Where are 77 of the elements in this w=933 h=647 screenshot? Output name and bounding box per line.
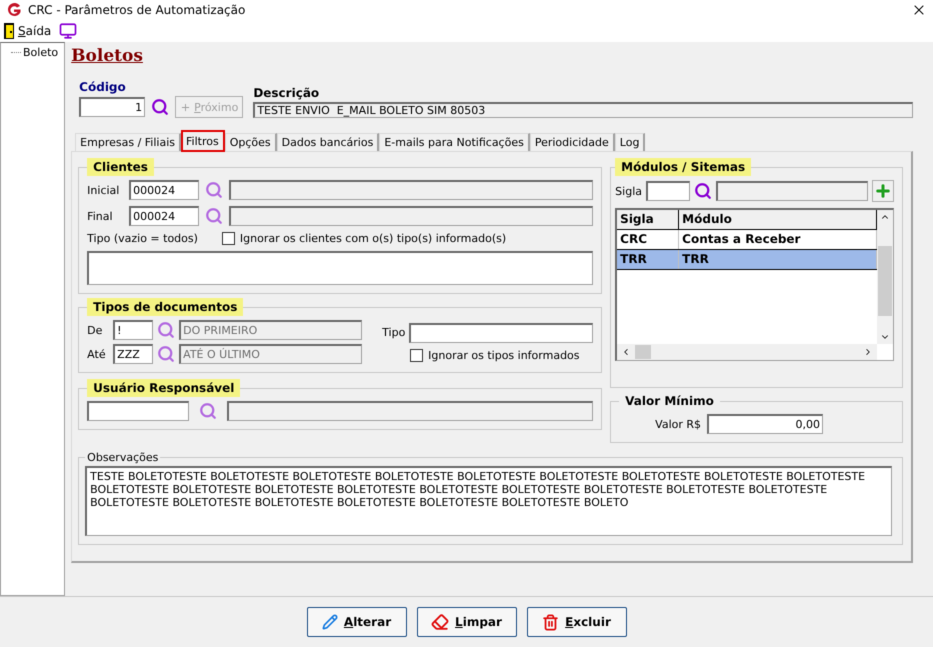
tab[interactable]: Log — [614, 133, 646, 151]
table-row[interactable]: CRC Contas a Receber — [617, 230, 877, 250]
code-field[interactable]: 1 — [79, 97, 146, 117]
description-field[interactable]: TESTE ENVIO E_MAIL BOLETO SIM 80503 — [253, 102, 913, 118]
checkbox[interactable] — [410, 348, 424, 362]
search-icon[interactable] — [157, 321, 176, 339]
user-name-field[interactable] — [227, 401, 594, 421]
field-label: Tipo — [382, 326, 406, 339]
type-field[interactable] — [87, 251, 594, 285]
user-code-field[interactable] — [87, 401, 190, 421]
field-label: Código — [79, 80, 127, 94]
group-title: Observações — [86, 451, 160, 464]
add-button[interactable] — [872, 180, 894, 202]
tab[interactable]: Periodicidade — [530, 133, 615, 151]
field-label: Inicial — [87, 184, 120, 196]
scroll-thumb[interactable] — [635, 345, 652, 359]
search-icon[interactable] — [694, 182, 712, 200]
tab[interactable]: Filtros — [181, 130, 225, 152]
search-icon[interactable] — [157, 345, 176, 363]
client-code-field[interactable]: 000024 — [129, 180, 200, 200]
module-name-field[interactable] — [716, 181, 868, 201]
field-label: Até — [87, 348, 107, 360]
plus-icon — [180, 102, 192, 112]
search-icon[interactable] — [205, 207, 224, 225]
scroll-thumb[interactable] — [878, 246, 892, 316]
page-heading: Boletos — [71, 46, 143, 66]
search-icon[interactable] — [205, 181, 224, 199]
group-title: Tipos de documentos — [87, 298, 244, 316]
doc-code-field[interactable]: ! — [113, 320, 154, 340]
plus-icon — [874, 182, 892, 200]
pencil-icon — [322, 614, 338, 630]
field-label: Final — [87, 210, 114, 222]
group-title: Valor Mínimo — [624, 393, 715, 410]
search-icon[interactable] — [199, 402, 218, 420]
column-header[interactable]: Sigla — [617, 210, 680, 229]
search-icon[interactable] — [151, 98, 170, 116]
action-button[interactable]: Excluir — [526, 607, 626, 637]
checkbox-label: Ignorar os tipos informados — [428, 348, 580, 362]
action-button[interactable]: Alterar — [306, 607, 406, 637]
horizontal-scrollbar[interactable] — [617, 344, 877, 360]
group-title: Usuário Responsável — [87, 379, 240, 397]
group-title: Módulos / Sitemas — [615, 158, 752, 176]
tree-item[interactable]: Boleto — [23, 46, 58, 59]
table-cell: TRR — [617, 250, 680, 269]
notes-field[interactable]: TESTE BOLETOTESTE BOLETOTESTE BOLETOTESTE BOLETOTESTE BOLETOTESTE BOLETOTESTE BOLETOTESTE BOLETOTESTE BOLETOTESTE BOLETOTESTE BOLETOTESTE BOLETOTESTE BOLETOTESTE BOLETOTESTE BOLETOTESTE BOLETOTESTE BOLETOTESTE BOLETOTESTE BOLETOTESTE BOLETOTESTE BOLETOTESTE BOLETOTESTE BOLETOTESTE BOLETOTESTE BOLETO — [85, 466, 892, 536]
trash-icon — [542, 614, 560, 630]
client-name-field[interactable] — [229, 206, 594, 226]
tab[interactable]: Dados bancários — [276, 133, 380, 151]
checkbox-label: Ignorar os clientes com o(s) tipo(s) informado(s) — [240, 232, 506, 245]
field-label: Valor R$ — [655, 418, 702, 430]
group-title: Clientes — [87, 158, 154, 176]
window-title: CRC - Parâmetros de Automatização — [28, 3, 246, 17]
field-label: Sigla — [615, 184, 642, 198]
table-cell: CRC — [617, 230, 680, 249]
field-label: De — [87, 324, 104, 336]
door-icon — [4, 23, 14, 39]
action-button[interactable]: Limpar — [416, 607, 516, 637]
eraser-icon — [431, 613, 450, 631]
client-code-field[interactable]: 000024 — [129, 206, 200, 226]
monitor-icon[interactable] — [59, 22, 78, 40]
doc-code-field[interactable]: ZZZ — [113, 344, 154, 364]
doc-description-field[interactable]: DO PRIMEIRO — [179, 320, 362, 340]
amount-field[interactable]: 0,00 — [707, 414, 824, 434]
app-logo-icon — [6, 2, 22, 18]
field-label: Tipo (vazio = todos) — [87, 232, 198, 245]
vertical-scrollbar[interactable] — [877, 210, 893, 344]
table-row[interactable]: TRR TRR — [617, 250, 877, 270]
exit-menu-item[interactable]: Saída — [4, 23, 52, 39]
tab[interactable]: Empresas / Filiais — [75, 133, 181, 151]
checkbox[interactable] — [222, 232, 235, 245]
sigla-field[interactable] — [646, 181, 690, 201]
client-name-field[interactable] — [229, 180, 594, 200]
field-label: Descrição — [253, 86, 320, 100]
tab[interactable]: E-mails para Notificações — [379, 133, 530, 151]
type-field[interactable] — [409, 322, 594, 342]
tab[interactable]: Opções — [224, 133, 277, 151]
doc-description-field[interactable]: ATÉ O ÚLTIMO — [179, 344, 362, 364]
